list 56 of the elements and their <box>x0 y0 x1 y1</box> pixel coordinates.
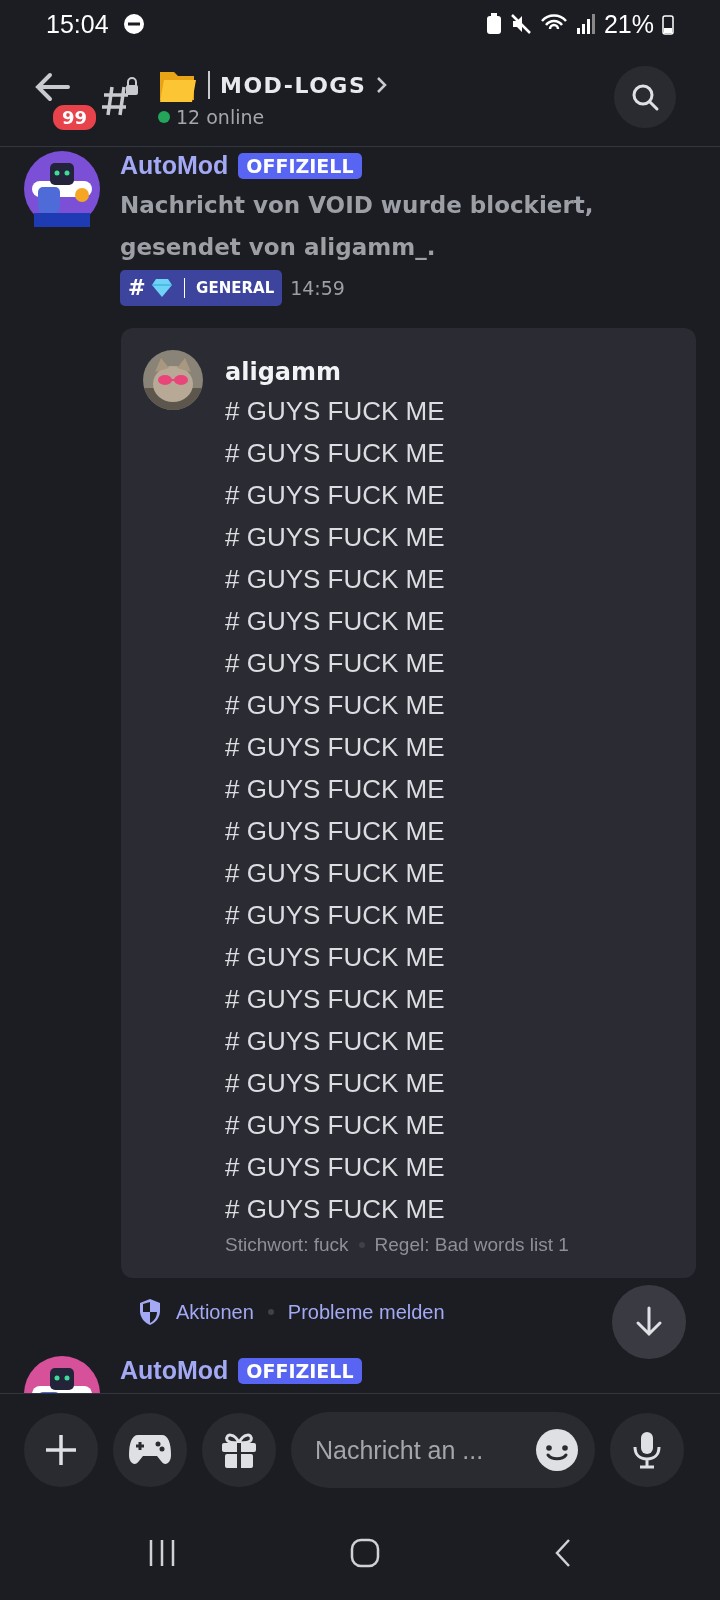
message-line: # GUYS FUCK ME <box>225 731 446 764</box>
message-line: # GUYS FUCK ME <box>225 479 446 512</box>
back-arrow-icon[interactable] <box>34 72 70 102</box>
bot-avatar-icon <box>24 151 100 227</box>
message-line: # GUYS FUCK ME <box>225 983 446 1016</box>
down-arrow-icon <box>634 1306 664 1338</box>
online-dot <box>158 111 170 123</box>
message-line: # GUYS FUCK ME <box>225 815 446 848</box>
author-name[interactable]: AutoMod <box>120 1356 229 1385</box>
rule-label: Regel: Bad words list 1 <box>374 1234 569 1256</box>
online-count: 12 online <box>176 106 265 128</box>
keyword-label: Stichwort: fuck <box>225 1234 349 1256</box>
message-line: # GUYS FUCK ME <box>225 689 446 722</box>
gift-icon <box>220 1431 258 1469</box>
diamond-icon <box>150 278 173 298</box>
message-input[interactable]: Nachricht an ... <box>291 1412 595 1488</box>
official-tag: OFFIZIELL <box>238 152 362 179</box>
message-line: # GUYS FUCK ME <box>225 773 446 806</box>
plus-icon <box>44 1433 78 1467</box>
author-name[interactable]: AutoMod <box>120 151 229 180</box>
message-line: # GUYS FUCK ME <box>225 395 446 428</box>
message-line: # GUYS FUCK ME <box>225 1067 446 1100</box>
microphone-icon <box>632 1431 662 1469</box>
message-line: # GUYS FUCK ME <box>225 1109 446 1142</box>
channel-name[interactable]: MOD-LOGS <box>220 72 367 98</box>
message-line: # GUYS FUCK ME <box>225 899 446 932</box>
home-icon[interactable] <box>350 1538 380 1568</box>
do-not-disturb-icon <box>122 13 145 35</box>
message-line: # GUYS FUCK ME <box>225 647 446 680</box>
battery-icon <box>662 13 674 35</box>
message-line: # GUYS FUCK ME <box>225 521 446 554</box>
clock: 15:04 <box>46 9 109 39</box>
message-line: # GUYS FUCK ME <box>225 857 446 890</box>
message-line: # GUYS FUCK ME <box>225 941 446 974</box>
emoji-icon[interactable] <box>535 1428 579 1472</box>
battery-percent: 21% <box>603 9 654 39</box>
chevron-icon <box>376 76 389 94</box>
signal-icon <box>575 13 596 35</box>
mute-icon <box>509 13 532 35</box>
message-line: # GUYS FUCK ME <box>225 437 446 470</box>
embed-author: aligamm <box>225 357 343 388</box>
message-line: # GUYS FUCK ME <box>225 1025 446 1058</box>
message-line: # GUYS FUCK ME <box>225 1193 446 1226</box>
message-text: Nachricht von VOID wurde blockiert, gesendet von aligamm_. <box>120 191 595 262</box>
channel-chip[interactable]: # GENERAL <box>120 270 283 306</box>
official-tag: OFFIZIELL <box>238 1357 362 1384</box>
report-link[interactable]: Probleme melden <box>287 1300 445 1324</box>
message-line: # GUYS FUCK ME <box>225 1151 446 1184</box>
locked-channel-icon <box>102 77 140 117</box>
timestamp: 14:59 <box>290 277 345 299</box>
gamepad-icon <box>128 1433 172 1467</box>
shield-icon <box>138 1298 162 1326</box>
search-icon <box>630 82 660 112</box>
message-line: # GUYS FUCK ME <box>225 605 446 638</box>
message-line: # GUYS FUCK ME <box>225 563 446 596</box>
actions-link[interactable]: Aktionen <box>176 1300 254 1324</box>
